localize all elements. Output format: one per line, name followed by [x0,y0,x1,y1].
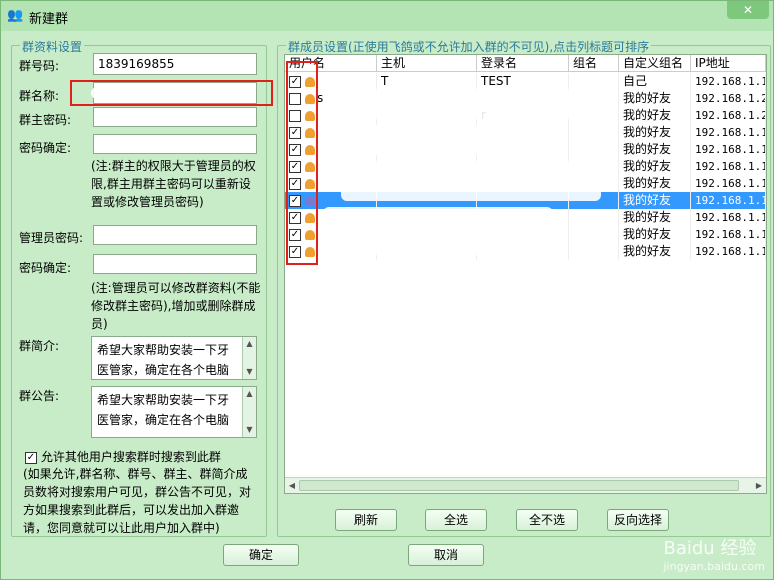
custom-cell: 我的好友 [619,209,691,226]
cancel-button[interactable]: 取消 [408,544,484,566]
owner-permission-note: (注:群主的权限大于管理员的权限,群主用群主密码可以重新设置或修改管理员密码) [91,159,256,209]
allow-search-option[interactable]: ✓ 允许其他用户搜索群时搜索到此群 [25,448,221,465]
admin-password-label: 管理员密码: [19,231,84,245]
watermark: Baidu 经验 jingyan.baidu.com [663,534,765,573]
column-header[interactable]: 自定义组名 [619,55,691,72]
group-intro-text: 希望大家帮助安装一下牙医管家，确定在各个电脑 [97,343,230,377]
table-row[interactable]: ✓TTEST自己192.168.1.10 [285,73,766,90]
watermark-url: jingyan.baidu.com [663,560,765,573]
scroll-left-icon[interactable]: ◀ [285,478,299,493]
scroll-right-icon[interactable]: ▶ [752,478,766,493]
login-cell: TEST [477,73,569,90]
scroll-thumb[interactable] [299,480,739,491]
ip-cell: 192.168.1.10 [691,192,766,209]
scroll-down-icon[interactable]: ▼ [243,365,256,379]
custom-cell: 我的好友 [619,141,691,158]
password-confirm-field[interactable] [93,134,257,154]
column-header[interactable]: 登录名 [477,55,569,72]
ip-cell: 192.168.1.19 [691,124,766,141]
allow-search-checkbox[interactable]: ✓ [25,451,37,464]
blur-overlay [91,87,211,99]
column-header[interactable]: 组名 [569,55,619,72]
password-confirm-label: 密码确定: [19,141,72,155]
close-button[interactable]: ✕ [727,1,769,19]
admin-permission-note: (注:管理员可以修改群资料(不能修改群主密码),增加或删除群成员) [91,281,261,331]
group-cell [569,124,619,141]
owner-password-field[interactable] [93,107,257,127]
custom-cell: 我的好友 [619,107,691,124]
custom-cell: 我的好友 [619,175,691,192]
scroll-down-icon[interactable]: ▼ [243,423,256,437]
group-intro-textarea[interactable]: 希望大家帮助安装一下牙医管家，确定在各个电脑 ▲ ▼ [91,336,257,380]
custom-cell: 我的好友 [619,90,691,107]
app-users-icon: 👥 [7,8,24,23]
ok-button[interactable]: 确定 [223,544,299,566]
watermark-brand: Baidu 经验 [663,538,757,559]
blur-overlay [341,161,601,201]
ip-cell: 192.168.1.13 [691,243,766,260]
allow-search-note: (如果允许,群名称、群号、群主、群简介成员数将对搜索用户可见，群公告不可见，对方… [23,467,252,535]
group-intro-label: 群简介: [19,339,60,353]
ip-cell: 192.168.1.10 [691,175,766,192]
scroll-up-icon[interactable]: ▲ [243,337,256,351]
invert-selection-button[interactable]: 反向选择 [607,509,669,531]
group-notice-text: 希望大家帮助安装一下牙医管家，确定在各个电脑 [97,393,230,427]
new-group-dialog: 👥 新建群 ✕ 群资料设置 群号码: 1839169855 群名称: 群主密码:… [0,0,774,580]
window-title: 新建群 [29,12,69,27]
select-all-button[interactable]: 全选 [425,509,487,531]
refresh-button[interactable]: 刷新 [335,509,397,531]
ip-cell: 192.168.1.18 [691,226,766,243]
group-notice-textarea[interactable]: 希望大家帮助安装一下牙医管家，确定在各个电脑 ▲ ▼ [91,386,257,438]
admin-password-confirm-field[interactable] [93,254,257,274]
group-name-label: 群名称: [19,89,60,103]
group-number-label: 群号码: [19,59,60,73]
members-legend: 群成员设置(正使用飞鸽或不允许加入群的不可见),点击列标题可排序 [286,38,652,55]
owner-password-label: 群主密码: [19,113,72,127]
ip-cell: 192.168.1.29 [691,107,766,124]
admin-password-confirm-label: 密码确定: [19,261,72,275]
custom-cell: 我的好友 [619,243,691,260]
members-table[interactable]: 用户名主机登录名组名自定义组名IP地址 ✓TTEST自己192.168.1.10… [284,54,767,494]
custom-cell: 我的好友 [619,192,691,209]
custom-cell: 我的好友 [619,124,691,141]
allow-search-label: 允许其他用户搜索群时搜索到此群 [40,450,221,464]
ip-cell: 192.168.1.17 [691,158,766,175]
group-cell [569,209,619,226]
admin-password-field[interactable] [93,225,257,245]
custom-cell: 我的好友 [619,158,691,175]
ip-cell: 192.168.1.1 [691,141,766,158]
ip-cell: 192.168.1.20 [691,90,766,107]
column-header[interactable]: IP地址 [691,55,766,72]
blur-overlay [323,89,583,119]
title-bar: 👥 新建群 ✕ [1,1,773,31]
group-info-legend: 群资料设置 [20,38,85,55]
scroll-up-icon[interactable]: ▲ [243,387,256,401]
select-none-button[interactable]: 全不选 [516,509,578,531]
blur-overlay [323,207,553,255]
ip-cell: 192.168.1.14 [691,209,766,226]
custom-cell: 自己 [619,73,691,90]
group-cell [569,226,619,243]
group-cell [569,243,619,260]
group-cell [569,141,619,158]
horizontal-scrollbar[interactable]: ◀ ▶ [285,477,766,493]
intro-scrollbar[interactable]: ▲ ▼ [242,337,256,379]
custom-cell: 我的好友 [619,226,691,243]
blur-overlay [323,125,563,155]
host-cell: T [377,73,477,90]
highlight-checkbox-column [286,61,318,265]
notice-scrollbar[interactable]: ▲ ▼ [242,387,256,437]
group-number-field[interactable]: 1839169855 [93,53,257,75]
column-header[interactable]: 主机 [377,55,477,72]
ip-cell: 192.168.1.10 [691,73,766,90]
group-notice-label: 群公告: [19,389,60,403]
group-cell [569,73,619,90]
